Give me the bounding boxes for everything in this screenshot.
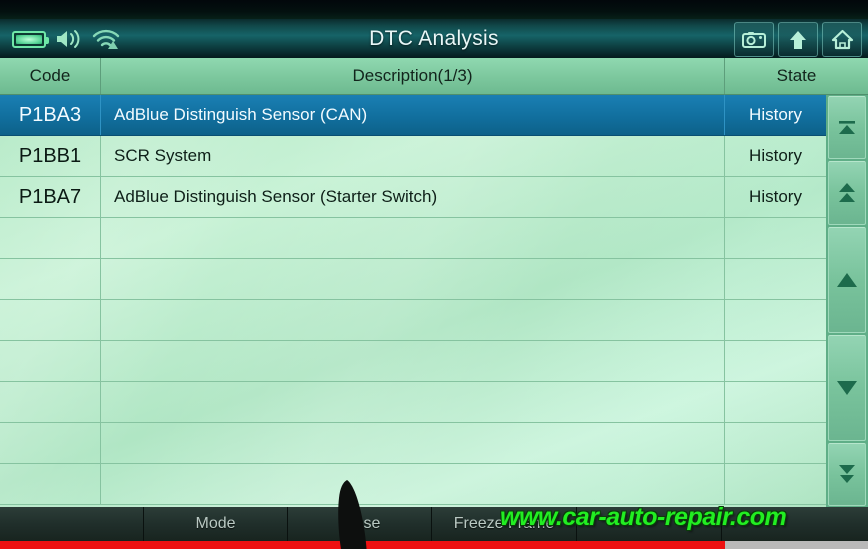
scroll-page-up-button[interactable]: [828, 161, 866, 225]
device-screen: DTC Analysis Code Description(1/3) State…: [0, 0, 868, 549]
cell-state: History: [749, 187, 802, 206]
cell-code: P1BB1: [0, 136, 101, 176]
cell-state: History: [749, 146, 802, 165]
table-row[interactable]: [0, 382, 826, 423]
table-row[interactable]: P1BA7 AdBlue Distinguish Sensor (Starter …: [0, 177, 826, 218]
column-header-code: Code: [0, 58, 101, 94]
cell-description: AdBlue Distinguish Sensor (CAN): [101, 95, 725, 135]
scroll-up-button[interactable]: [828, 226, 866, 333]
cell-state: [725, 341, 826, 381]
toolbar-button-freeze-frame[interactable]: Freeze Frame: [432, 507, 577, 541]
cell-description: [101, 464, 725, 504]
cell-code: [0, 259, 101, 299]
toolbar-button-mode[interactable]: Mode: [144, 507, 288, 541]
cell-state: History: [749, 105, 802, 124]
titlebar-button-group: [734, 22, 862, 57]
progress-track: [725, 541, 868, 549]
toolbar-button-erase[interactable]: Erase: [288, 507, 432, 541]
toolbar-button-label: Erase: [338, 515, 381, 532]
cell-state: [725, 382, 826, 422]
column-header-description: Description(1/3): [101, 58, 725, 94]
cell-code: P1BA7: [0, 177, 101, 217]
cell-description: [101, 382, 725, 422]
table-row[interactable]: P1BB1 SCR System History: [0, 136, 826, 177]
scroll-to-top-button[interactable]: [828, 96, 866, 160]
table-row[interactable]: [0, 423, 826, 464]
cell-state: [725, 464, 826, 504]
title-bar: DTC Analysis: [0, 19, 868, 58]
table-row[interactable]: P1BA3 AdBlue Distinguish Sensor (CAN) Hist…: [0, 95, 826, 136]
cell-state: [725, 300, 826, 340]
progress-fill: [0, 541, 725, 549]
cell-description: [101, 341, 725, 381]
table-row[interactable]: [0, 464, 826, 505]
cell-description: [101, 218, 725, 258]
cell-code: [0, 382, 101, 422]
home-button[interactable]: [822, 22, 862, 57]
cell-description: [101, 259, 725, 299]
toolbar-button-label: Mode: [195, 515, 236, 532]
scroll-to-bottom-button[interactable]: [828, 442, 866, 506]
table-row[interactable]: [0, 218, 826, 259]
cell-description: SCR System: [101, 136, 725, 176]
cell-description: [101, 300, 725, 340]
cell-code: [0, 300, 101, 340]
dtc-table-body[interactable]: P1BA3 AdBlue Distinguish Sensor (CAN) Hist…: [0, 95, 826, 507]
bottom-progress-strip: [0, 541, 868, 549]
cell-code: [0, 464, 101, 504]
back-button[interactable]: [778, 22, 818, 57]
cell-state: [725, 218, 826, 258]
cell-state: [725, 259, 826, 299]
cell-code: [0, 423, 101, 463]
vertical-scrollbar[interactable]: [826, 95, 868, 507]
screenshot-button[interactable]: [734, 22, 774, 57]
scroll-down-button[interactable]: [828, 334, 866, 441]
cell-code: [0, 218, 101, 258]
cell-code: P1BA3: [0, 95, 101, 135]
toolbar-button-1[interactable]: [0, 507, 144, 541]
table-row[interactable]: [0, 341, 826, 382]
toolbar-button-5[interactable]: [577, 507, 722, 541]
column-header-state: State: [776, 66, 817, 85]
cell-description: AdBlue Distinguish Sensor (Starter Switc…: [101, 177, 725, 217]
toolbar-button-6[interactable]: [722, 507, 868, 541]
cell-description: [101, 423, 725, 463]
table-header: Code Description(1/3) State: [0, 58, 868, 95]
cell-state: [725, 423, 826, 463]
table-row[interactable]: [0, 259, 826, 300]
toolbar-button-label: Freeze Frame: [453, 515, 555, 532]
cell-code: [0, 341, 101, 381]
screen-bezel-top: [0, 0, 868, 19]
table-row[interactable]: [0, 300, 826, 341]
bottom-toolbar[interactable]: Mode Erase Freeze Frame: [0, 507, 868, 541]
